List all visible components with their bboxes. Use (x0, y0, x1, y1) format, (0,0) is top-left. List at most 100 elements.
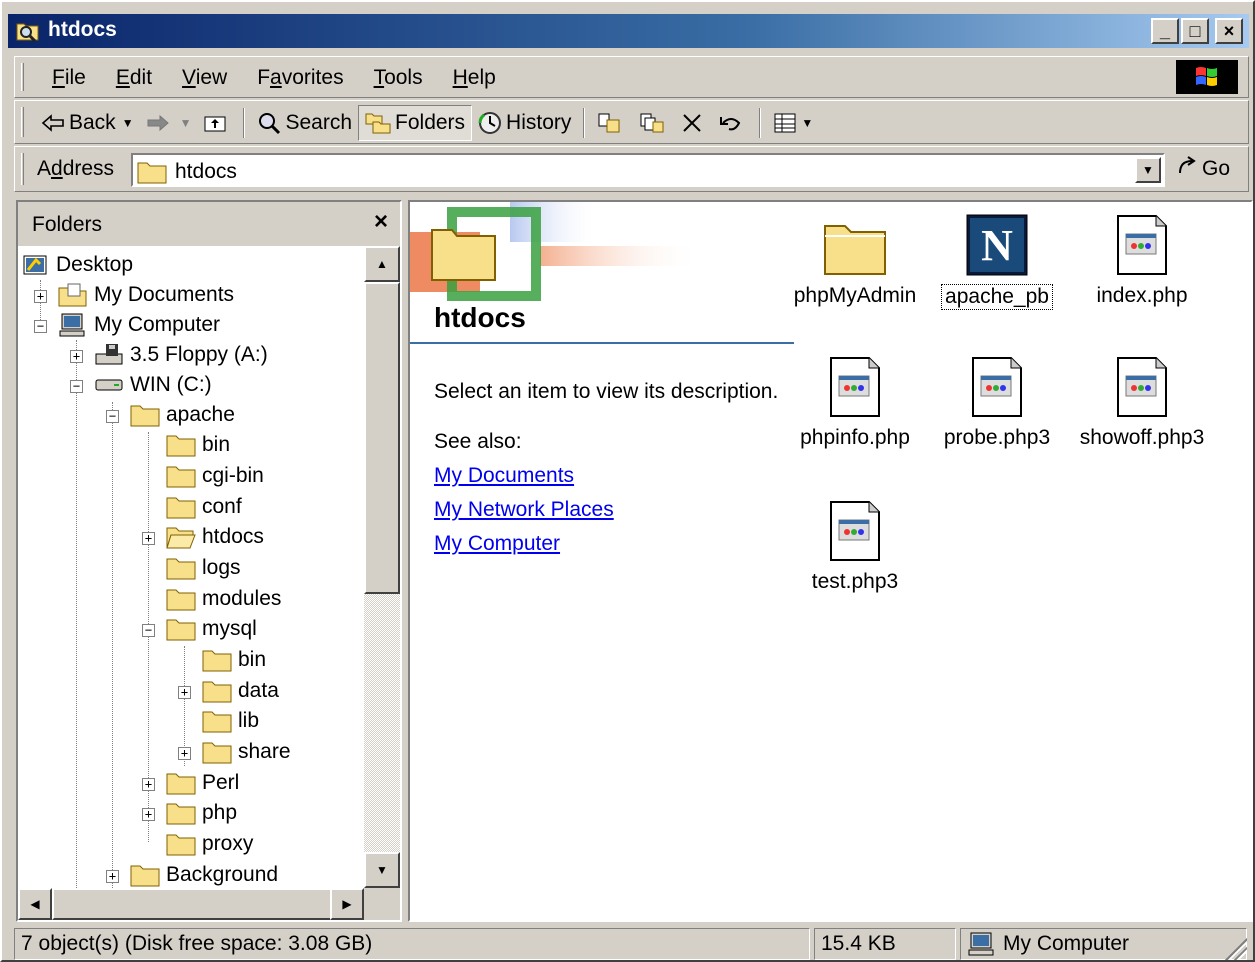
menu-view[interactable]: View (167, 66, 242, 90)
search-button[interactable]: Search (251, 105, 358, 141)
folder-tree[interactable]: Desktop + My Documents − My Computer + 3… (18, 246, 364, 888)
folder-tree-vertical-scrollbar[interactable]: ▲ ▼ (364, 246, 400, 888)
delete-button[interactable] (675, 105, 713, 141)
views-button[interactable]: ▼ (767, 105, 819, 141)
address-grip[interactable] (21, 153, 24, 185)
up-button[interactable] (197, 105, 237, 141)
file-item[interactable]: showoff.php3 (1072, 348, 1212, 450)
tree-item-lib[interactable]: lib (202, 706, 259, 736)
history-button[interactable]: History (472, 105, 577, 141)
file-item[interactable]: phpinfo.php (785, 348, 925, 450)
menu-tools[interactable]: Tools (359, 66, 438, 90)
scroll-right-button[interactable]: ▶ (330, 888, 364, 920)
expand-data[interactable]: + (178, 686, 191, 699)
undo-button[interactable] (713, 105, 753, 141)
tree-item-apache[interactable]: apache (130, 400, 235, 430)
file-item[interactable]: N apache_pb (927, 206, 1067, 310)
toolbar-grip[interactable] (21, 107, 24, 137)
toolbar-separator (759, 108, 762, 138)
link-my-documents[interactable]: My Documents (434, 464, 574, 488)
tree-item-modules[interactable]: modules (166, 584, 281, 614)
folder-icon (166, 433, 196, 457)
file-item[interactable]: test.php3 (785, 492, 925, 594)
expand-htdocs[interactable]: + (142, 532, 155, 545)
tree-item-htdocs[interactable]: htdocs (166, 522, 264, 552)
back-button[interactable]: Back ▼ (35, 105, 140, 141)
maximize-button[interactable]: □ (1181, 18, 1209, 44)
menu-grip[interactable] (21, 63, 24, 91)
tree-item-logs[interactable]: logs (166, 553, 241, 583)
content-pane[interactable]: htdocs Select an item to view its descri… (408, 200, 1253, 922)
tree-item-my-documents[interactable]: My Documents (58, 280, 234, 310)
open-folder-icon (166, 525, 196, 549)
address-bar: Address htdocs ▼ Go (14, 146, 1249, 192)
tree-item-mysql-bin[interactable]: bin (202, 645, 266, 675)
expand-floppy[interactable]: + (70, 350, 83, 363)
tree-item-bin[interactable]: bin (166, 430, 230, 460)
expand-php[interactable]: + (142, 808, 155, 821)
scroll-thumb[interactable] (364, 282, 400, 594)
folders-pane-close-button[interactable]: × (374, 208, 388, 236)
folder-tree-horizontal-scrollbar[interactable]: ◀ ▶ (18, 888, 364, 920)
move-to-button[interactable] (591, 105, 633, 141)
tree-item-conf[interactable]: conf (166, 492, 242, 522)
collapse-mysql[interactable]: − (142, 624, 155, 637)
address-input[interactable]: htdocs ▼ (131, 153, 1165, 187)
folder-icon (823, 206, 887, 276)
tree-item-win-c[interactable]: WIN (C:) (94, 370, 212, 400)
tree-item-floppy[interactable]: 3.5 Floppy (A:) (94, 340, 268, 370)
go-button[interactable]: Go (1176, 155, 1230, 183)
forward-button[interactable]: ▼ (140, 105, 198, 141)
scroll-down-button[interactable]: ▼ (364, 852, 400, 888)
menu-edit[interactable]: Edit (101, 66, 167, 90)
collapse-apache[interactable]: − (106, 410, 119, 423)
address-dropdown-button[interactable]: ▼ (1135, 157, 1161, 183)
minimize-button[interactable]: _ (1151, 18, 1179, 44)
expand-perl[interactable]: + (142, 778, 155, 791)
expand-background[interactable]: + (106, 870, 119, 883)
tree-item-share[interactable]: share (202, 737, 291, 767)
back-dropdown-icon[interactable]: ▼ (122, 116, 134, 130)
folder-icon (130, 403, 160, 427)
link-my-network-places[interactable]: My Network Places (434, 498, 614, 522)
close-button[interactable]: × (1215, 18, 1243, 44)
file-item[interactable]: phpMyAdmin (785, 206, 925, 308)
folder-icon (202, 679, 232, 703)
tree-item-proxy[interactable]: proxy (166, 829, 253, 859)
resize-grip[interactable] (1225, 938, 1247, 960)
scroll-up-button[interactable]: ▲ (364, 246, 400, 282)
collapse-win-c[interactable]: − (70, 380, 83, 393)
menu-file[interactable]: File (37, 66, 101, 90)
scroll-left-button[interactable]: ◀ (18, 888, 52, 920)
status-object-count: 7 object(s) (Disk free space: 3.08 GB) (14, 928, 810, 960)
copy-to-button[interactable] (633, 105, 675, 141)
tree-guide (76, 340, 77, 888)
views-grid-icon (773, 112, 797, 134)
forward-dropdown-icon[interactable]: ▼ (180, 116, 192, 130)
floppy-drive-icon (94, 342, 124, 368)
collapse-my-computer[interactable]: − (34, 320, 47, 333)
tree-item-mysql[interactable]: mysql (166, 614, 257, 644)
file-item[interactable]: index.php (1072, 206, 1212, 308)
menu-help[interactable]: Help (438, 66, 511, 90)
link-my-computer[interactable]: My Computer (434, 532, 560, 556)
tree-item-my-computer[interactable]: My Computer (58, 310, 220, 340)
title-bar[interactable]: htdocs _ □ × (8, 14, 1249, 48)
tree-item-desktop[interactable]: Desktop (22, 250, 133, 280)
windows-logo-icon (1176, 60, 1238, 94)
expand-share[interactable]: + (178, 747, 191, 760)
expand-my-documents[interactable]: + (34, 290, 47, 303)
tree-item-perl[interactable]: Perl (166, 768, 239, 798)
views-dropdown-icon[interactable]: ▼ (801, 116, 813, 130)
folders-button[interactable]: Folders (358, 105, 473, 141)
history-icon (478, 111, 502, 135)
tree-item-background[interactable]: Background (130, 860, 278, 888)
file-item[interactable]: probe.php3 (927, 348, 1067, 450)
tree-item-php[interactable]: php (166, 798, 237, 828)
up-folder-icon (203, 113, 227, 133)
tree-item-cgi-bin[interactable]: cgi-bin (166, 461, 264, 491)
menu-favorites[interactable]: Favorites (242, 66, 358, 90)
tree-item-data[interactable]: data (202, 676, 279, 706)
horizontal-scroll-thumb[interactable] (52, 888, 332, 920)
folder-icon (166, 587, 196, 611)
